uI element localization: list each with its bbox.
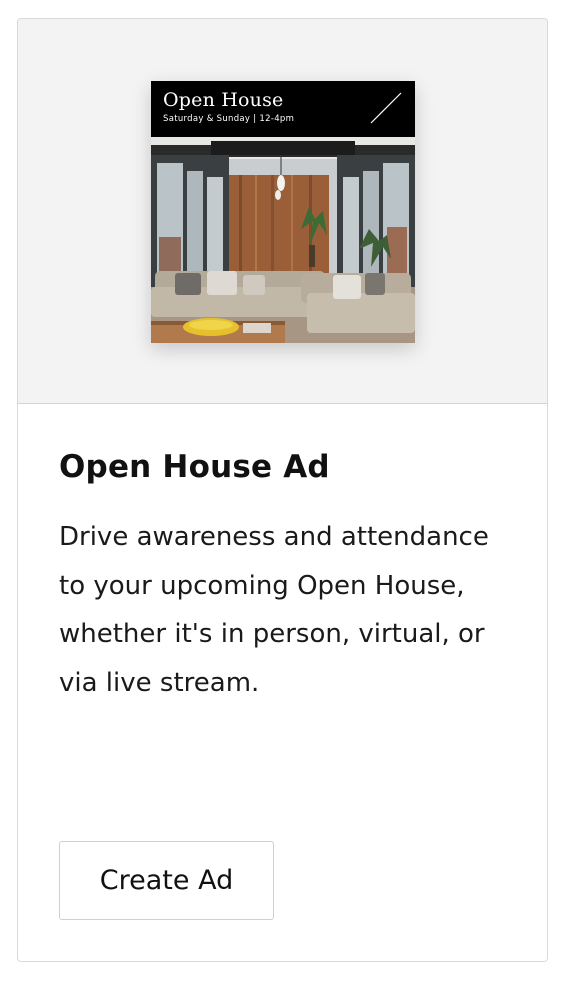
ad-thumbnail-title: Open House bbox=[163, 89, 284, 111]
ad-thumbnail-header: Open House Saturday & Sunday | 12-4pm bbox=[151, 81, 415, 137]
diagonal-line-icon bbox=[370, 92, 402, 124]
create-ad-button[interactable]: Create Ad bbox=[59, 841, 274, 920]
living-room-photo bbox=[151, 137, 415, 343]
card-title: Open House Ad bbox=[59, 449, 330, 485]
ad-template-card: Open House Saturday & Sunday | 12-4pm Op… bbox=[17, 18, 548, 962]
card-description: Drive awareness and attendance to your u… bbox=[59, 522, 489, 698]
ad-thumbnail-subtitle: Saturday & Sunday | 12-4pm bbox=[163, 114, 295, 124]
ad-preview-area: Open House Saturday & Sunday | 12-4pm bbox=[18, 19, 547, 404]
ad-thumbnail: Open House Saturday & Sunday | 12-4pm bbox=[151, 81, 415, 343]
